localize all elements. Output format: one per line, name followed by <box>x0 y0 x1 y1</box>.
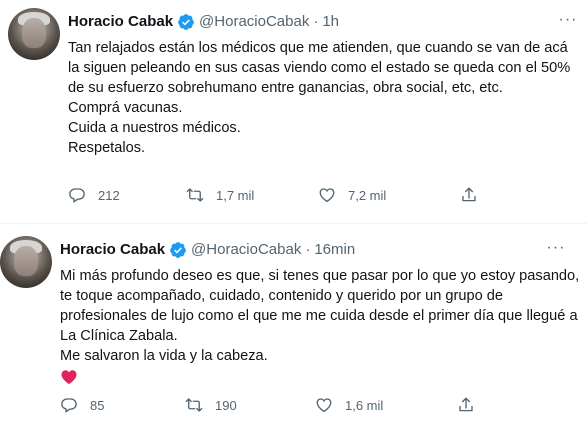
timestamp[interactable]: 16min <box>314 240 355 260</box>
verified-badge-icon <box>170 242 186 258</box>
tweet-actions: 85 190 1,6 mil <box>60 396 487 414</box>
tweet-line: Cuida a nuestros médicos. <box>68 120 241 136</box>
red-heart-emoji <box>61 370 77 385</box>
tweet-header: Horacio Cabak @HoracioCabak · 16min <box>60 240 355 260</box>
avatar[interactable] <box>8 8 60 60</box>
retweet-count: 190 <box>215 397 237 413</box>
reply-button[interactable]: 85 <box>60 396 185 414</box>
reply-count: 85 <box>90 397 105 413</box>
retweet-count: 1,7 mil <box>216 187 255 203</box>
retweet-icon <box>186 188 204 202</box>
tweet-line: Respetalos. <box>68 140 146 156</box>
tweet-1[interactable]: Horacio Cabak @HoracioCabak · 1h ··· Tan… <box>0 0 587 224</box>
retweet-icon <box>185 398 203 412</box>
tweet-paragraph: Mi más profundo deseo es que, si tenes q… <box>60 268 580 344</box>
reply-button[interactable]: 212 <box>68 186 186 204</box>
more-options-icon[interactable]: ··· <box>558 10 578 30</box>
like-icon <box>316 398 332 413</box>
tweet-text: Tan relajados están los médicos que me a… <box>68 38 583 158</box>
tweet-paragraph: Tan relajados están los médicos que me a… <box>68 40 571 96</box>
timestamp[interactable]: 1h <box>322 12 339 32</box>
tweet-header: Horacio Cabak @HoracioCabak · 1h <box>68 12 339 32</box>
separator-dot: · <box>305 241 311 258</box>
like-button[interactable]: 7,2 mil <box>318 186 460 204</box>
like-count: 7,2 mil <box>348 187 387 203</box>
author-name[interactable]: Horacio Cabak <box>60 240 165 260</box>
like-button[interactable]: 1,6 mil <box>315 396 457 414</box>
author-handle[interactable]: @HoracioCabak <box>199 12 309 32</box>
reply-icon <box>69 188 85 203</box>
share-icon <box>462 187 476 202</box>
author-handle[interactable]: @HoracioCabak <box>191 240 301 260</box>
verified-badge-icon <box>178 14 194 30</box>
like-count: 1,6 mil <box>345 397 384 413</box>
tweet-actions: 212 1,7 mil 7,2 mil <box>68 186 490 204</box>
avatar[interactable] <box>0 236 52 288</box>
share-button[interactable] <box>460 186 490 204</box>
share-button[interactable] <box>457 396 487 414</box>
reply-count: 212 <box>98 187 120 203</box>
like-icon <box>319 188 335 203</box>
tweet-line: Comprá vacunas. <box>68 100 183 116</box>
tweet-line: Me salvaron la vida y la cabeza. <box>60 348 268 364</box>
tweet-2[interactable]: Horacio Cabak @HoracioCabak · 16min ··· … <box>0 226 587 432</box>
retweet-button[interactable]: 190 <box>185 396 315 414</box>
reply-icon <box>61 398 77 413</box>
tweet-text: Mi más profundo deseo es que, si tenes q… <box>60 266 580 386</box>
retweet-button[interactable]: 1,7 mil <box>186 186 318 204</box>
separator-dot: · <box>313 13 319 30</box>
share-icon <box>459 397 473 412</box>
more-options-icon[interactable]: ··· <box>546 238 566 258</box>
author-name[interactable]: Horacio Cabak <box>68 12 173 32</box>
